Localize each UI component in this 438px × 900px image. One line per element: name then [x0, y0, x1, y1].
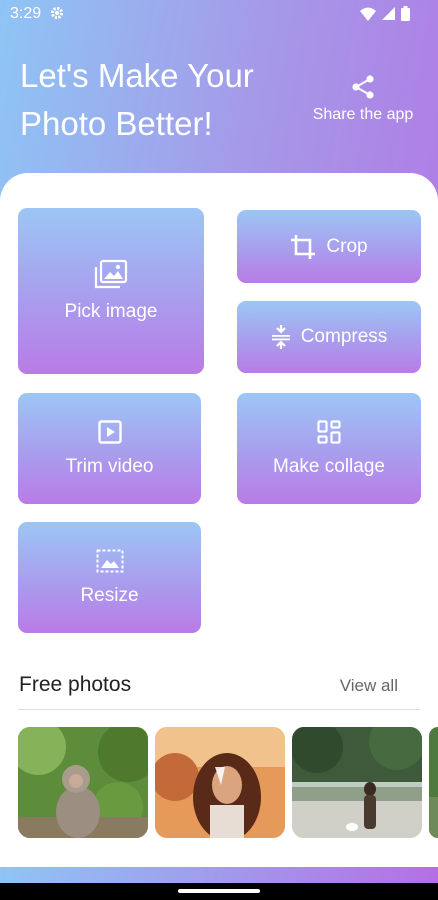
crop-label: Crop [326, 235, 368, 257]
trim-video-label: Trim video [65, 455, 154, 477]
share-icon [304, 74, 422, 100]
cell-signal-icon [382, 7, 395, 25]
photo-thumbnail-monkey[interactable] [18, 727, 148, 838]
status-icons [360, 6, 410, 26]
compress-label: Compress [300, 326, 388, 347]
crop-button[interactable]: Crop [237, 210, 421, 283]
compress-icon [271, 324, 291, 350]
view-all-link[interactable]: View all [340, 676, 398, 696]
collage-grid-icon [317, 419, 341, 444]
pick-image-button[interactable]: Pick image [18, 208, 204, 374]
home-gesture-handle[interactable] [178, 889, 260, 893]
photo-thumbnail-woman-glass[interactable] [155, 727, 285, 838]
battery-icon [401, 6, 410, 26]
bottom-gradient-strip [0, 867, 438, 883]
trim-video-button[interactable]: Trim video [18, 393, 201, 504]
play-video-icon [97, 419, 122, 444]
status-bar: 3:29 [0, 0, 438, 28]
share-app-button[interactable]: Share the app [304, 74, 422, 130]
pick-image-label: Pick image [64, 301, 158, 322]
crop-icon [290, 234, 316, 260]
make-collage-button[interactable]: Make collage [237, 393, 421, 504]
headline-line-2: Photo Better! [20, 105, 213, 142]
wifi-icon [360, 7, 376, 26]
headline-line-1: Let's Make Your [20, 57, 254, 94]
image-icon [94, 259, 128, 289]
section-divider [18, 709, 420, 710]
photo-thumbnail-woman-walking[interactable] [292, 727, 422, 838]
photo-thumbnail-partial[interactable] [429, 727, 438, 838]
resize-button[interactable]: Resize [18, 522, 201, 633]
resize-icon [96, 549, 124, 573]
share-app-label: Share the app [312, 106, 414, 123]
free-photos-title: Free photos [19, 673, 132, 696]
compress-button[interactable]: Compress [237, 301, 421, 373]
resize-label: Resize [80, 584, 139, 606]
make-collage-label: Make collage [273, 455, 385, 477]
status-time: 3:29 [10, 5, 42, 22]
headline: Let's Make Your Photo Better! [20, 52, 300, 148]
settings-icon [50, 6, 64, 25]
